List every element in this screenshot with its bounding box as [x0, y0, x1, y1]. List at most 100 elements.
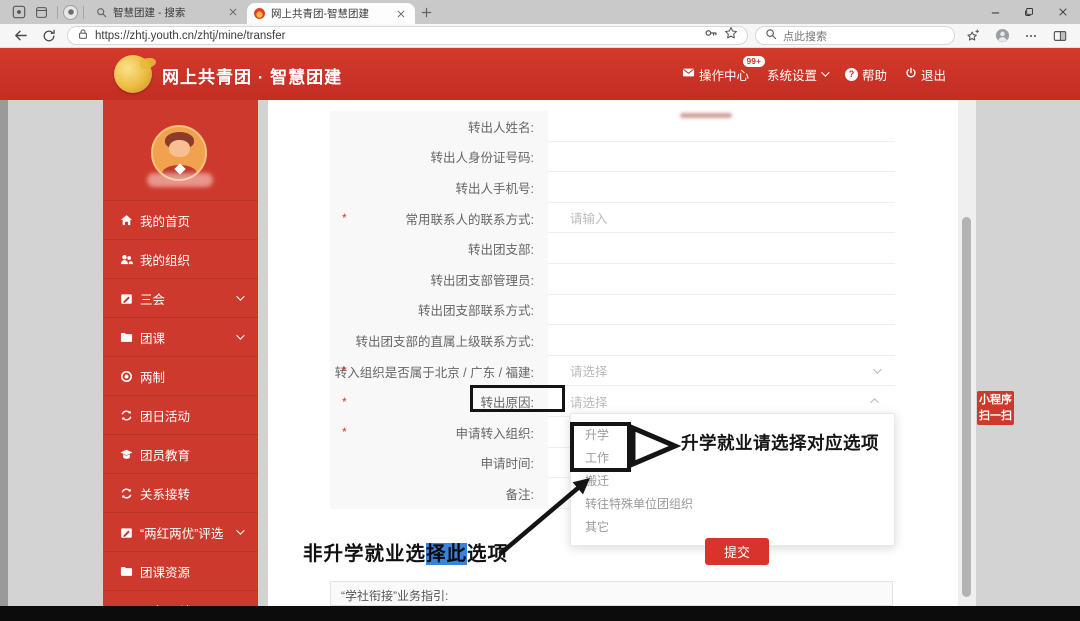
chevron-up-icon [870, 398, 878, 406]
extension-icon[interactable] [63, 5, 78, 20]
sidebar-item-label: 团课 [140, 328, 165, 347]
divider [57, 6, 58, 19]
submit-button[interactable]: 提交 [705, 538, 769, 565]
tab-search[interactable]: 智慧团建 - 搜索 [89, 2, 247, 23]
required-marker: * [342, 395, 347, 409]
form-row-id_number: 转出人身份证号码: [330, 142, 895, 173]
field-value: 请选择 [570, 392, 608, 411]
form-row-target_region: *转入组织是否属于北京 / 广东 / 福建:请选择 [330, 356, 895, 387]
quick-search-box[interactable]: 点此搜索 [755, 26, 955, 45]
sidebar-item-label: 两制 [140, 367, 165, 386]
sidebar: 我的首页我的组织三会团课两制团日活动团员教育关系接转“两红两优”评选团课资源团务… [103, 100, 258, 606]
tab-close-icon[interactable] [394, 7, 408, 21]
close-button[interactable] [1046, 0, 1080, 24]
nav-operation-center[interactable]: 操作中心 99+ [682, 65, 749, 84]
annotation-box-options [570, 422, 631, 472]
sidebar-item-sanhui[interactable]: 三会 [103, 278, 258, 317]
page-left-edge [0, 100, 8, 606]
form-row-branch_upper_contact: 转出团支部的直属上级联系方式: [330, 325, 895, 356]
folder-icon [120, 331, 133, 344]
sidebar-item-resources[interactable]: 团课资源 [103, 551, 258, 590]
sidebar-item-baike[interactable]: 团务百科 [103, 590, 258, 606]
edit-icon [120, 526, 133, 539]
favorite-star-icon[interactable] [724, 26, 738, 45]
browser-window: 智慧团建 - 搜索 网上共青团-智慧团建 https://zhtj.youth.… [0, 0, 1080, 621]
business-guide-label: “学社衔接”业务指引: [341, 589, 448, 603]
form-field-branch_upper_contact[interactable] [548, 325, 895, 356]
form-label-branch: 转出团支部: [330, 233, 548, 264]
form-field-target_region[interactable]: 请选择 [548, 356, 895, 387]
form-field-id_number[interactable] [548, 142, 895, 173]
new-tab-button[interactable] [415, 2, 437, 22]
form-row-name: 转出人姓名: [330, 111, 895, 142]
sidebar-item-label: 团员教育 [140, 445, 190, 464]
password-key-icon[interactable] [704, 26, 718, 45]
form-field-branch_contact[interactable] [548, 295, 895, 326]
dropdown-option-special[interactable]: 转往特殊单位团组织 [571, 493, 894, 516]
required-marker: * [342, 425, 347, 439]
sidebar-item-home[interactable]: 我的首页 [103, 200, 258, 239]
nav-logout[interactable]: 退出 [905, 65, 946, 84]
field-value: 请输入 [570, 208, 608, 227]
divider [83, 6, 84, 19]
sidebar-item-tuanke[interactable]: 团课 [103, 317, 258, 356]
scrollbar-thumb[interactable] [962, 217, 971, 597]
url-text[interactable]: https://zhtj.youth.cn/zhtj/mine/transfer [95, 30, 698, 42]
sidebar-item-tuanri[interactable]: 团日活动 [103, 395, 258, 434]
nav-system-settings[interactable]: 系统设置 [767, 65, 827, 84]
form-field-phone[interactable] [548, 172, 895, 203]
annotation-triangle-arrow [629, 424, 681, 468]
form-label-phone: 转出人手机号: [330, 172, 548, 203]
sidebar-item-organization[interactable]: 我的组织 [103, 239, 258, 278]
form-label-branch_contact: 转出团支部联系方式: [330, 295, 548, 326]
mini-program-badge[interactable]: 小程序 扫一扫 [977, 391, 1014, 425]
site-header: 网上共青团 · 智慧团建 操作中心 99+ 系统设置 ? 帮助 退出 [0, 48, 1080, 100]
minimize-button[interactable] [978, 0, 1012, 24]
collections-star-icon[interactable] [962, 26, 984, 46]
form-label-contact: *常用联系人的联系方式: [330, 203, 548, 234]
chevron-down-icon [873, 365, 881, 373]
more-menu-icon[interactable] [1020, 26, 1042, 46]
dropdown-option-banqian[interactable]: 搬迁 [571, 470, 894, 493]
annotation-text-right: 升学就业请选择对应选项 [681, 430, 879, 455]
folder-icon [120, 565, 133, 578]
target-icon [120, 370, 133, 383]
tab-close-icon[interactable] [226, 5, 240, 19]
form-row-branch_contact: 转出团支部联系方式: [330, 295, 895, 326]
form-field-branch[interactable] [548, 233, 895, 264]
sidebar-item-pingxuan[interactable]: “两红两优”评选 [103, 512, 258, 551]
home-icon [120, 214, 133, 227]
nav-help[interactable]: ? 帮助 [845, 65, 887, 84]
notification-badge: 99+ [743, 56, 765, 67]
search-icon [765, 27, 777, 45]
refresh-button[interactable] [38, 26, 60, 46]
address-bar[interactable]: https://zhtj.youth.cn/zhtj/mine/transfer [67, 26, 748, 45]
browser-toolbar: https://zhtj.youth.cn/zhtj/mine/transfer… [0, 24, 1080, 48]
workspaces-icon[interactable] [8, 2, 30, 22]
site-title: 网上共青团 · 智慧团建 [162, 63, 342, 88]
dropdown-option-other[interactable]: 其它 [571, 516, 894, 539]
sidebar-panel-icon[interactable] [1049, 26, 1071, 46]
maximize-button[interactable] [1012, 0, 1046, 24]
scrollbar-track[interactable] [958, 100, 976, 606]
form-row-branch: 转出团支部: [330, 233, 895, 264]
sidebar-item-education[interactable]: 团员教育 [103, 434, 258, 473]
bottom-black-bar [0, 606, 1080, 621]
back-button[interactable] [9, 26, 31, 46]
form-field-branch_admin[interactable] [548, 264, 895, 295]
text-selection-highlight: 择此 [426, 543, 467, 565]
tab-zhtj-active[interactable]: 网上共青团-智慧团建 [247, 3, 415, 24]
window-controls [978, 0, 1080, 24]
transfer-form-panel: 转出人姓名:转出人身份证号码:转出人手机号:*常用联系人的联系方式: 请输入转出团… [268, 100, 958, 606]
mail-icon [682, 66, 695, 82]
field-value: 请选择 [570, 361, 608, 380]
form-field-contact[interactable]: 请输入 [548, 203, 895, 234]
question-icon: ? [845, 68, 858, 81]
recycle-icon [120, 409, 133, 422]
sidebar-item-liangzhi[interactable]: 两制 [103, 356, 258, 395]
tab-title: 网上共青团-智慧团建 [271, 6, 388, 21]
sidebar-item-transfer[interactable]: 关系接转 [103, 473, 258, 512]
tab-actions-icon[interactable] [30, 2, 52, 22]
education-icon [120, 448, 133, 461]
profile-avatar-icon[interactable] [991, 26, 1013, 46]
